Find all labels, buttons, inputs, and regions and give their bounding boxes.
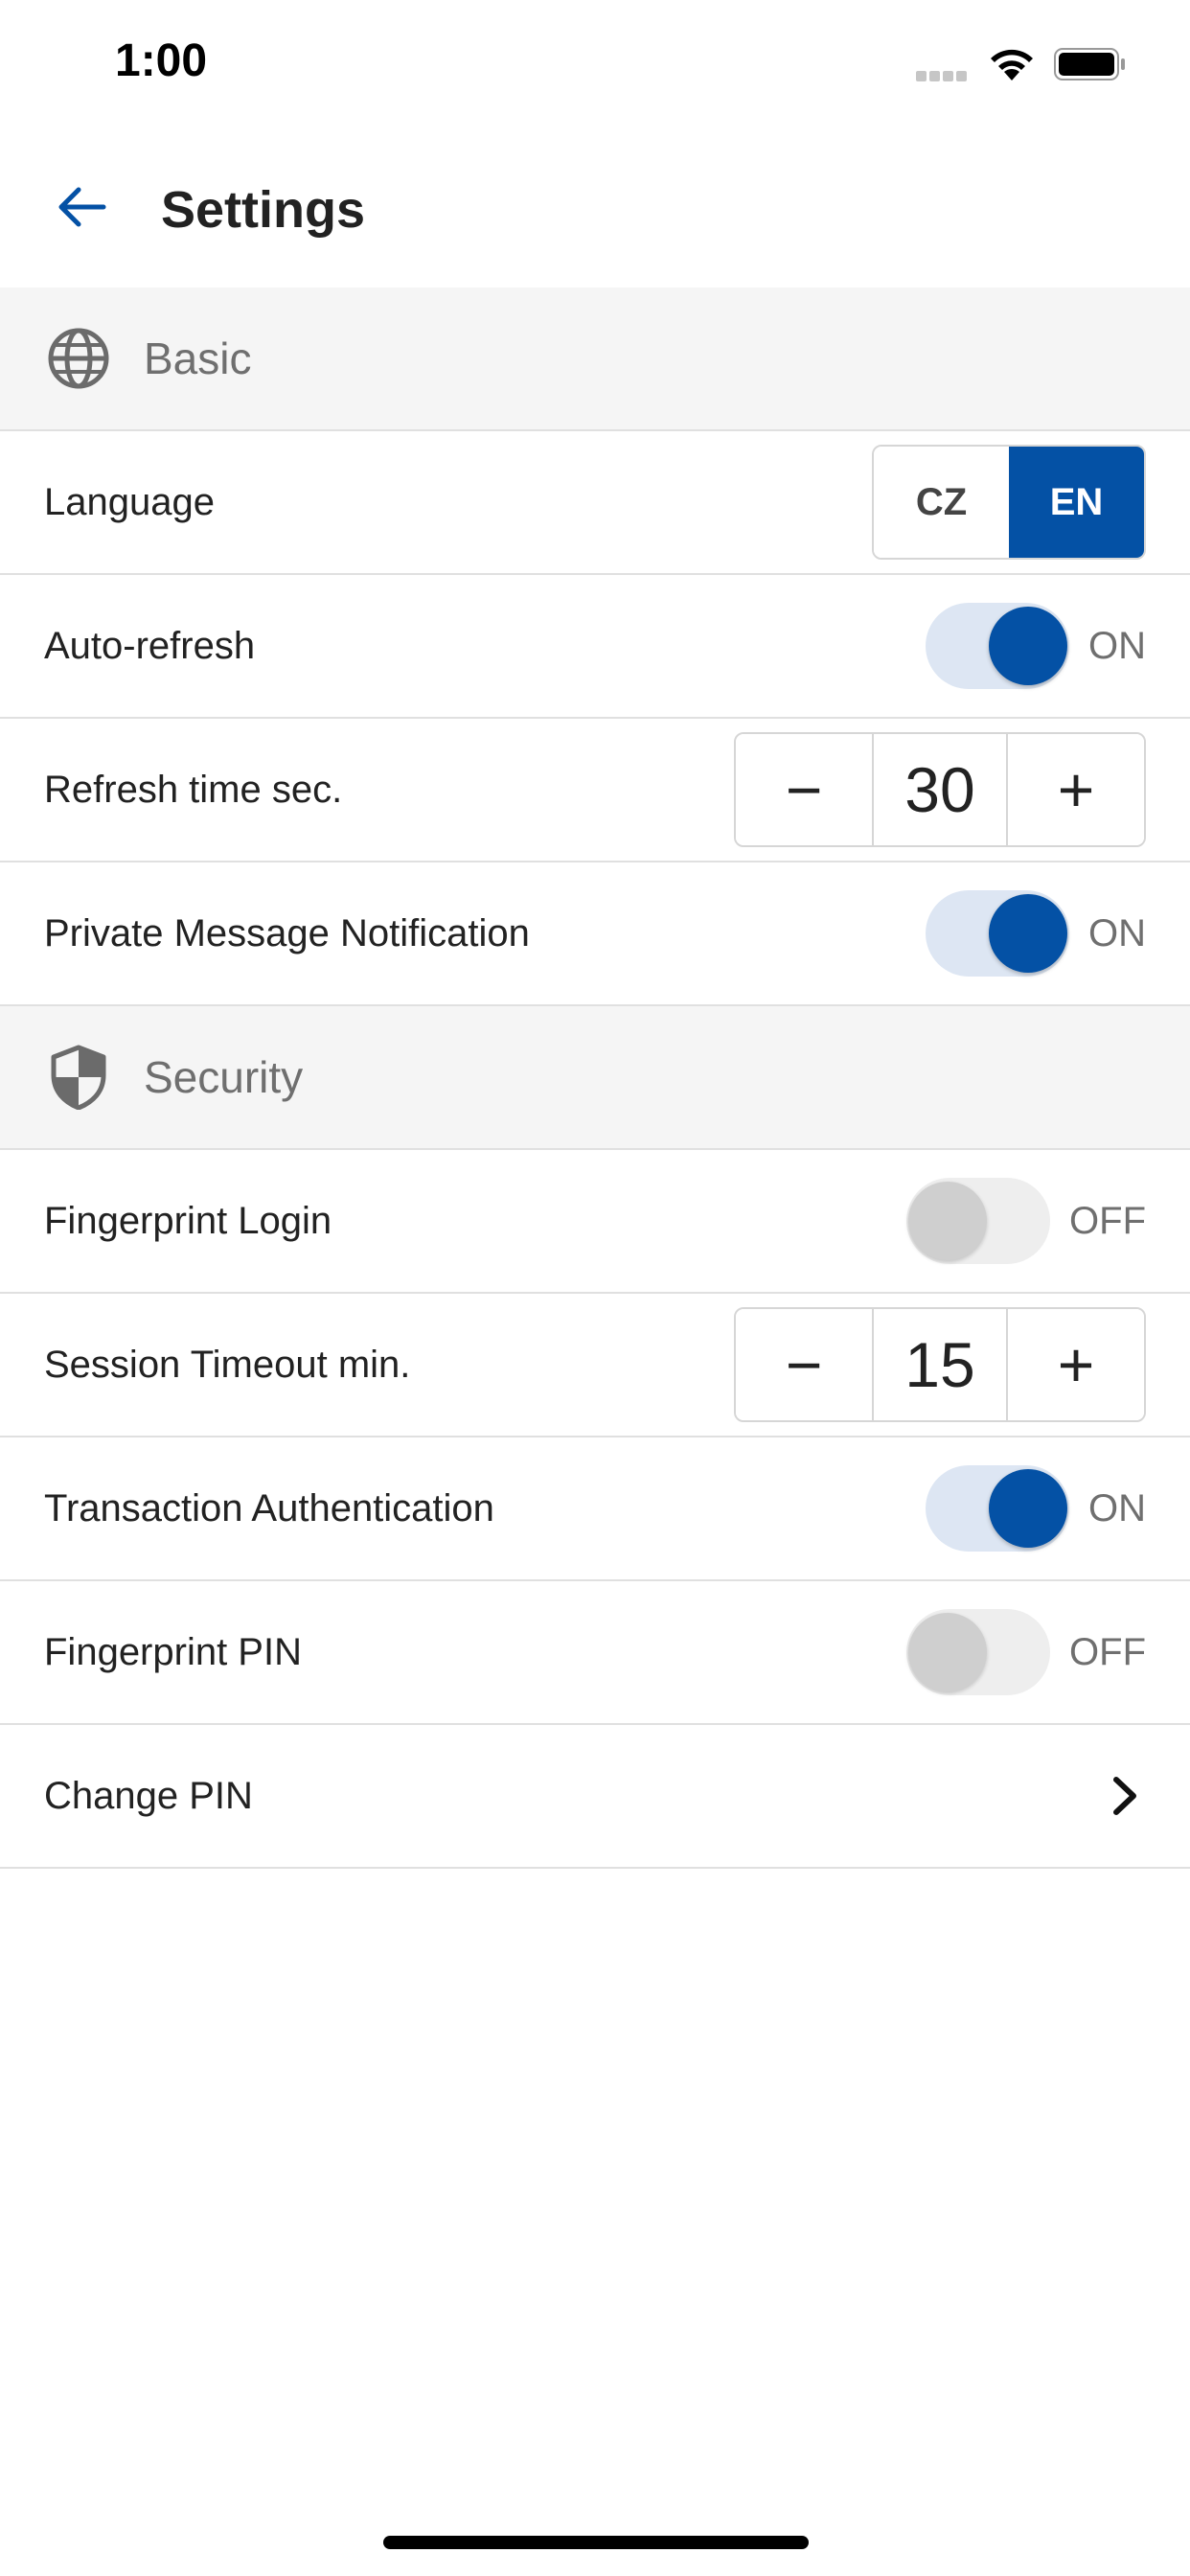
app-header: Settings [0,134,1190,288]
setting-row-session-timeout: Session Timeout min. − 15 + [0,1294,1190,1438]
setting-row-language: Language CZ EN [0,431,1190,575]
fingerprint-login-toggle[interactable] [906,1178,1051,1264]
wifi-icon [985,42,1039,82]
transaction-auth-label: Transaction Authentication [44,1486,494,1530]
battery-icon [1054,48,1127,80]
back-button[interactable] [42,171,119,247]
toggle-knob [989,1469,1067,1548]
refresh-time-stepper: − 30 + [734,732,1146,847]
fingerprint-login-label: Fingerprint Login [44,1199,332,1242]
session-timeout-decrement-button[interactable]: − [736,1309,872,1420]
settings-screen: 1:00 Settings Basic Language CZ EN Auto-… [0,0,1190,2576]
fingerprint-login-state: OFF [1069,1199,1146,1242]
section-label-security: Security [144,1052,304,1102]
session-timeout-stepper: − 15 + [734,1307,1146,1422]
cellular-signal-icon [916,69,973,81]
fingerprint-pin-state: OFF [1069,1630,1146,1673]
session-timeout-increment-button[interactable]: + [1008,1309,1144,1420]
toggle-knob [908,1182,988,1260]
toggle-knob [989,894,1067,973]
language-option-en[interactable]: EN [1009,447,1144,558]
page-title: Settings [161,181,366,239]
toggle-knob [908,1613,988,1691]
home-indicator [383,2536,809,2549]
setting-row-fingerprint-pin: Fingerprint PIN OFF [0,1581,1190,1725]
globe-icon [46,326,111,391]
private-message-label: Private Message Notification [44,911,530,954]
fingerprint-pin-label: Fingerprint PIN [44,1630,302,1673]
private-message-toggle[interactable] [926,890,1069,977]
transaction-auth-toggle[interactable] [926,1465,1069,1552]
refresh-time-value: 30 [872,734,1008,845]
transaction-auth-state: ON [1088,1486,1146,1530]
language-selector: CZ EN [872,445,1146,560]
change-pin-label: Change PIN [44,1774,253,1817]
auto-refresh-state: ON [1088,624,1146,667]
chevron-right-icon [1106,1772,1144,1820]
status-time: 1:00 [115,35,208,86]
setting-row-change-pin[interactable]: Change PIN [0,1725,1190,1869]
shield-icon [46,1045,111,1110]
refresh-time-decrement-button[interactable]: − [736,734,872,845]
auto-refresh-toggle[interactable] [926,603,1069,689]
refresh-time-label: Refresh time sec. [44,768,343,811]
fingerprint-pin-toggle[interactable] [906,1609,1051,1695]
arrow-left-icon [54,184,107,235]
session-timeout-value: 15 [872,1309,1008,1420]
setting-row-refresh-time: Refresh time sec. − 30 + [0,719,1190,862]
toggle-knob [989,607,1067,685]
section-header-basic: Basic [0,288,1190,431]
language-option-cz[interactable]: CZ [874,447,1009,558]
refresh-time-increment-button[interactable]: + [1008,734,1144,845]
status-bar: 1:00 [0,0,1190,134]
session-timeout-label: Session Timeout min. [44,1343,411,1386]
setting-row-private-message: Private Message Notification ON [0,862,1190,1006]
settings-list: Basic Language CZ EN Auto-refresh ON Ref… [0,288,1190,1869]
setting-row-transaction-auth: Transaction Authentication ON [0,1438,1190,1581]
auto-refresh-label: Auto-refresh [44,624,256,667]
setting-row-fingerprint-login: Fingerprint Login OFF [0,1150,1190,1294]
section-label-basic: Basic [144,334,252,383]
language-label: Language [44,480,215,523]
section-header-security: Security [0,1006,1190,1150]
setting-row-auto-refresh: Auto-refresh ON [0,575,1190,719]
private-message-state: ON [1088,911,1146,954]
